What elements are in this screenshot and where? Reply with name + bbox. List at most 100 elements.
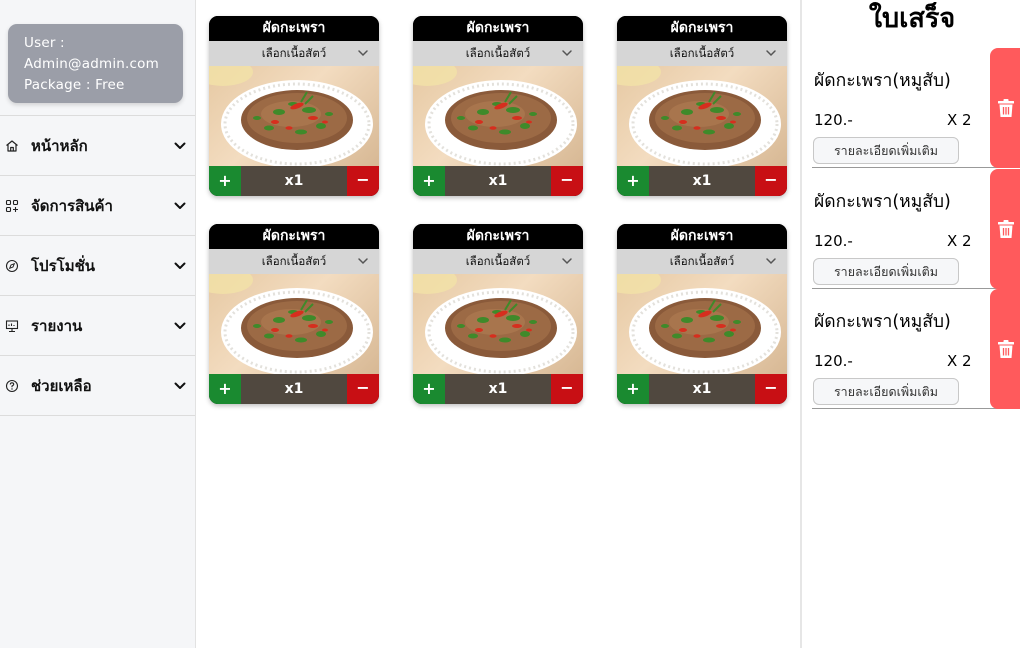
quantity-controls: + x1 −: [209, 166, 379, 196]
product-card: ผัดกะเพรา เลือกเนื้อสัตว์ + x1 −: [413, 16, 583, 196]
details-button[interactable]: รายละเอียดเพิ่มเติม: [813, 258, 959, 285]
details-button[interactable]: รายละเอียดเพิ่มเติม: [813, 378, 959, 405]
increase-button[interactable]: +: [617, 166, 649, 196]
sidebar-menu: หน้าหลัก จัดการสินค้า โปรโมชั่น รายงาน ช…: [0, 115, 195, 416]
meat-select-value: เลือกเนื้อสัตว์: [669, 254, 735, 268]
chevron-down-icon: [358, 50, 368, 57]
product-name: ผัดกะเพรา: [209, 16, 379, 41]
trash-icon: [998, 220, 1014, 238]
details-button[interactable]: รายละเอียดเพิ่มเติม: [813, 137, 959, 164]
trash-icon: [998, 99, 1014, 117]
receipt-item: ผัดกะเพรา(หมูสับ) 120.- X 2 รายละเอียดเพ…: [812, 289, 1020, 409]
sidebar-item-home[interactable]: หน้าหลัก: [0, 116, 195, 176]
product-card: ผัดกะเพรา เลือกเนื้อสัตว์ + x1 −: [617, 224, 787, 404]
receipt-item-qty: X 2: [947, 232, 972, 250]
quantity-controls: + x1 −: [617, 374, 787, 404]
meat-select[interactable]: เลือกเนื้อสัตว์: [209, 41, 379, 66]
meat-select-value: เลือกเนื้อสัตว์: [261, 46, 327, 60]
help-circle-icon: [5, 379, 19, 393]
food-image: [617, 274, 787, 374]
product-name: ผัดกะเพรา: [617, 16, 787, 41]
decrease-button[interactable]: −: [755, 166, 787, 196]
product-card: ผัดกะเพรา เลือกเนื้อสัตว์ + x1 −: [209, 16, 379, 196]
quantity-value: x1: [241, 166, 347, 196]
sidebar-item-promotions[interactable]: โปรโมชั่น: [0, 236, 195, 296]
increase-button[interactable]: +: [209, 166, 241, 196]
receipt-panel: ใบเสร็จ ผัดกะเพรา(หมูสับ) 120.- X 2 รายล…: [800, 0, 1020, 648]
quantity-controls: + x1 −: [413, 374, 583, 404]
user-email: Admin@admin.com: [24, 56, 159, 72]
meat-select[interactable]: เลือกเนื้อสัตว์: [413, 41, 583, 66]
sidebar-item-label: รายงาน: [31, 316, 83, 335]
food-image: [413, 274, 583, 374]
product-name: ผัดกะเพรา: [209, 224, 379, 249]
chevron-down-icon: [174, 322, 186, 329]
meat-select-value: เลือกเนื้อสัตว์: [465, 46, 531, 60]
increase-button[interactable]: +: [413, 166, 445, 196]
meat-select[interactable]: เลือกเนื้อสัตว์: [617, 249, 787, 274]
product-card: ผัดกะเพรา เลือกเนื้อสัตว์ + x1 −: [209, 224, 379, 404]
quantity-value: x1: [445, 166, 551, 196]
food-image: [617, 66, 787, 166]
meat-select[interactable]: เลือกเนื้อสัตว์: [617, 41, 787, 66]
product-card: ผัดกะเพรา เลือกเนื้อสัตว์ + x1 −: [413, 224, 583, 404]
decrease-button[interactable]: −: [755, 374, 787, 404]
increase-button[interactable]: +: [617, 374, 649, 404]
quantity-controls: + x1 −: [209, 374, 379, 404]
product-name: ผัดกะเพรา: [617, 224, 787, 249]
receipt-item: ผัดกะเพรา(หมูสับ) 120.- X 2 รายละเอียดเพ…: [812, 48, 1020, 168]
food-image: [209, 66, 379, 166]
meat-select-value: เลือกเนื้อสัตว์: [669, 46, 735, 60]
chevron-down-icon: [562, 50, 572, 57]
receipt-item-price: 120.-: [814, 111, 853, 129]
delete-button[interactable]: [990, 289, 1020, 409]
chevron-down-icon: [174, 142, 186, 149]
sidebar-item-label: โปรโมชั่น: [31, 256, 96, 275]
receipt-item: ผัดกะเพรา(หมูสับ) 120.- X 2 รายละเอียดเพ…: [812, 169, 1020, 289]
meat-select[interactable]: เลือกเนื้อสัตว์: [413, 249, 583, 274]
receipt-item-name: ผัดกะเพรา(หมูสับ): [814, 192, 951, 212]
chevron-down-icon: [174, 262, 186, 269]
chevron-down-icon: [562, 258, 572, 265]
sidebar-item-products[interactable]: จัดการสินค้า: [0, 176, 195, 236]
sidebar-item-label: หน้าหลัก: [31, 136, 88, 155]
sidebar: User : Admin@admin.com Package : Free หน…: [0, 0, 196, 648]
meat-select-value: เลือกเนื้อสัตว์: [465, 254, 531, 268]
receipt-item-name: ผัดกะเพรา(หมูสับ): [814, 71, 951, 91]
delete-button[interactable]: [990, 48, 1020, 168]
user-info-card: User : Admin@admin.com Package : Free: [8, 24, 183, 103]
home-icon: [5, 139, 19, 153]
chevron-down-icon: [766, 50, 776, 57]
decrease-button[interactable]: −: [347, 166, 379, 196]
receipt-item-qty: X 2: [947, 111, 972, 129]
quantity-value: x1: [649, 374, 755, 404]
receipt-item-qty: X 2: [947, 352, 972, 370]
sidebar-item-help[interactable]: ช่วยเหลือ: [0, 356, 195, 416]
chevron-down-icon: [358, 258, 368, 265]
sidebar-item-reports[interactable]: รายงาน: [0, 296, 195, 356]
sidebar-item-label: จัดการสินค้า: [31, 196, 113, 215]
product-name: ผัดกะเพรา: [413, 224, 583, 249]
food-image: [413, 66, 583, 166]
trash-icon: [998, 340, 1014, 358]
decrease-button[interactable]: −: [347, 374, 379, 404]
user-label: User :: [24, 35, 65, 51]
meat-select-value: เลือกเนื้อสัตว์: [261, 254, 327, 268]
increase-button[interactable]: +: [413, 374, 445, 404]
compass-icon: [5, 259, 19, 273]
quantity-value: x1: [649, 166, 755, 196]
increase-button[interactable]: +: [209, 374, 241, 404]
chevron-down-icon: [174, 382, 186, 389]
product-name: ผัดกะเพรา: [413, 16, 583, 41]
grid-plus-icon: [5, 199, 19, 213]
user-package: Package : Free: [24, 77, 125, 93]
delete-button[interactable]: [990, 169, 1020, 289]
decrease-button[interactable]: −: [551, 166, 583, 196]
receipt-item-price: 120.-: [814, 352, 853, 370]
quantity-value: x1: [445, 374, 551, 404]
meat-select[interactable]: เลือกเนื้อสัตว์: [209, 249, 379, 274]
decrease-button[interactable]: −: [551, 374, 583, 404]
quantity-controls: + x1 −: [617, 166, 787, 196]
chevron-down-icon: [766, 258, 776, 265]
receipt-title: ใบเสร็จ: [868, 3, 956, 34]
